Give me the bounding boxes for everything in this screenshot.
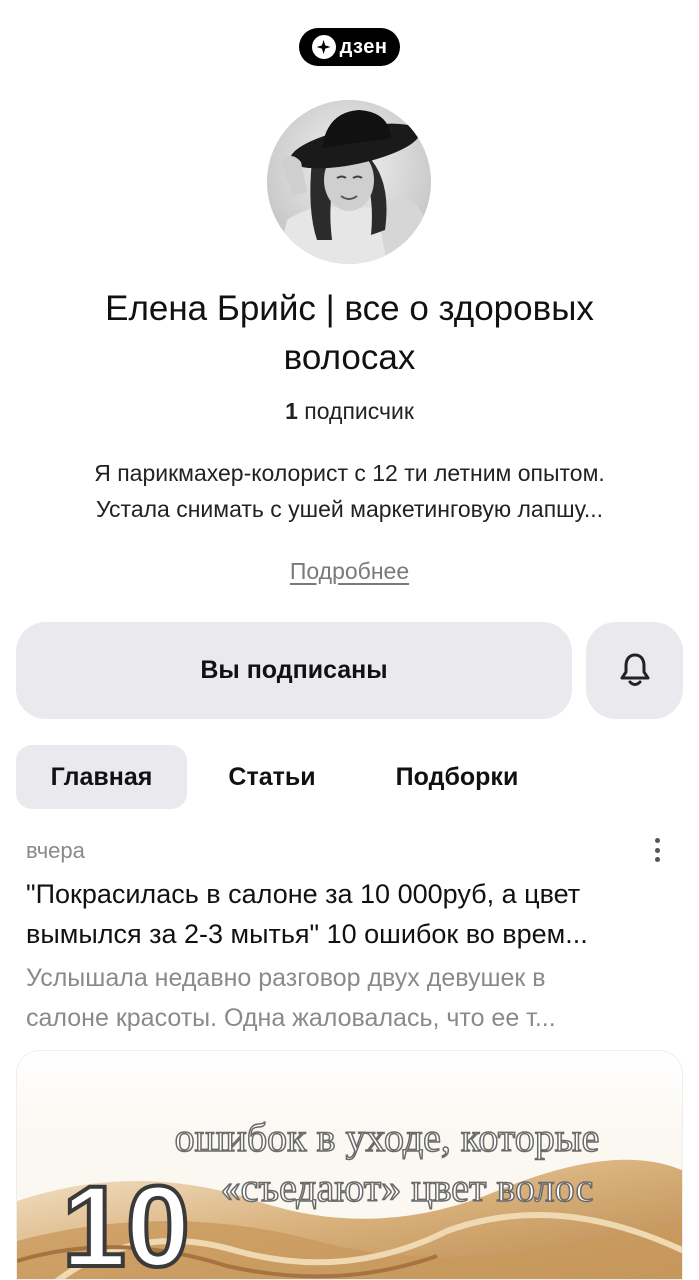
bell-icon xyxy=(618,651,652,690)
more-link-wrapper: Подробнее xyxy=(0,558,699,585)
more-link[interactable]: Подробнее xyxy=(290,558,409,584)
notifications-button[interactable] xyxy=(586,622,683,719)
avatar xyxy=(267,100,431,264)
subscriber-number: 1 xyxy=(285,398,298,424)
post-title[interactable]: "Покрасилась в салоне за 10 000руб, а цв… xyxy=(26,874,676,954)
post-snippet-line: салоне красоты. Одна жаловалась, что ее … xyxy=(26,1004,556,1032)
tab-collections[interactable]: Подборки xyxy=(357,745,557,809)
dzen-star-icon xyxy=(311,35,336,59)
subscribed-button[interactable]: Вы подписаны xyxy=(16,622,572,719)
logo-text: дзен xyxy=(339,35,388,58)
tab-articles[interactable]: Статьи xyxy=(187,745,357,809)
channel-tabs: Главная Статьи Подборки xyxy=(16,745,557,809)
description-line: Я парикмахер-колорист с 12 ти летним опы… xyxy=(94,460,605,486)
channel-title: Елена Брийс | все о здоровых волосах xyxy=(105,289,594,377)
cover-number: 10 xyxy=(62,1163,190,1280)
post-title-line: вымылся за 2-3 мытья" 10 ошибок во врем.… xyxy=(26,919,588,949)
dzen-logo[interactable]: дзен xyxy=(299,28,400,66)
description-line: Устала снимать с ушей маркетинговую лапш… xyxy=(95,496,603,522)
post-snippet[interactable]: Услышала недавно разговор двух девушек в… xyxy=(26,958,676,1038)
tab-main[interactable]: Главная xyxy=(16,745,187,809)
more-options-icon[interactable] xyxy=(646,834,668,866)
post-title-line: "Покрасилась в салоне за 10 000руб, а цв… xyxy=(26,879,581,909)
post-date: вчера xyxy=(26,838,85,863)
post-snippet-line: Услышала недавно разговор двух девушек в xyxy=(26,964,546,992)
post-cover-image[interactable]: 10 ошибок в уходе, которые «съедают» цве… xyxy=(16,1050,683,1280)
cover-caption-line: ошибок в уходе, которые xyxy=(175,1115,600,1160)
subscriber-label: подписчик xyxy=(304,398,414,424)
subscriber-count: 1 подписчик xyxy=(0,398,699,425)
cover-caption-line: «съедают» цвет волос xyxy=(221,1165,594,1210)
channel-description: Я парикмахер-колорист с 12 ти летним опы… xyxy=(20,455,679,527)
